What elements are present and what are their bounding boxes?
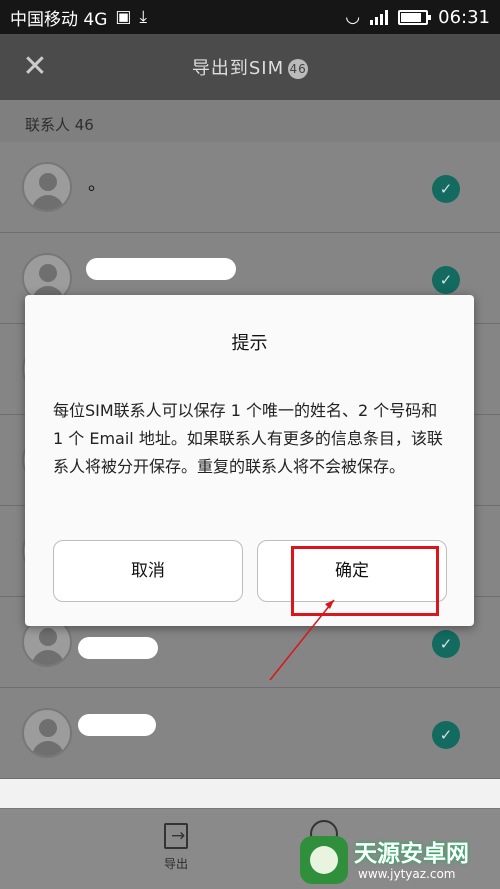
status-bar: 中国移动 4G ▣ ⤓ ◡ 06:31 [0, 0, 500, 34]
redaction-mark [78, 637, 158, 659]
image-notification-icon: ▣ [115, 7, 132, 27]
dialog-title: 提示 [231, 333, 268, 354]
export-icon [164, 823, 188, 849]
section-header: 联系人 46 [0, 100, 500, 142]
avatar [22, 162, 72, 212]
contact-row[interactable]: 。 ✓ [0, 142, 500, 233]
cellular-signal-icon [370, 9, 389, 25]
watermark: 天源安卓网 www.jytyaz.com [300, 832, 500, 889]
watermark-url: www.jytyaz.com [358, 867, 456, 881]
cancel-button[interactable]: 取消 [53, 540, 243, 602]
wifi-icon: ◡ [345, 7, 361, 27]
clock: 06:31 [438, 6, 490, 28]
page-title: 导出到SIM 46 [0, 54, 500, 80]
redaction-mark [86, 258, 236, 280]
carrier-label: 中国移动 4G [10, 9, 108, 30]
checkmark-icon[interactable]: ✓ [432, 175, 460, 203]
watermark-name: 天源安卓网 [354, 841, 469, 867]
annotation-highlight-box [291, 546, 439, 616]
contact-row[interactable]: ✓ [0, 688, 500, 779]
header-bar: ✕ 导出到SIM 46 [0, 34, 500, 100]
watermark-logo-icon [300, 836, 348, 884]
export-button[interactable]: 导出 [148, 823, 204, 883]
checkmark-icon[interactable]: ✓ [432, 721, 460, 749]
checkmark-icon[interactable]: ✓ [432, 266, 460, 294]
redaction-mark [78, 714, 156, 736]
avatar [22, 708, 72, 758]
checkmark-icon[interactable]: ✓ [432, 630, 460, 658]
count-badge: 46 [288, 59, 309, 79]
close-icon[interactable]: ✕ [18, 52, 52, 86]
dialog-message: 每位SIM联系人可以保存 1 个唯一的姓名、2 个号码和 1 个 Email 地… [53, 401, 443, 476]
export-label: 导出 [163, 857, 188, 871]
contact-name: 。 [88, 174, 106, 195]
page-title-text: 导出到SIM [191, 58, 285, 79]
battery-icon [398, 9, 432, 25]
download-icon: ⤓ [139, 7, 147, 27]
